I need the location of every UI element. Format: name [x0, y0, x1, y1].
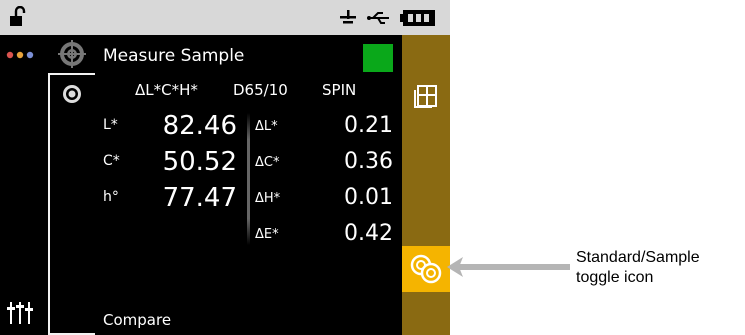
l-value: 82.46	[162, 111, 237, 141]
delta-e-value: 0.42	[344, 221, 393, 246]
page-title: Measure Sample	[103, 46, 245, 66]
h-value: 77.47	[162, 183, 237, 213]
callout-line-2: toggle icon	[576, 269, 654, 286]
tolerance-grid-icon[interactable]	[414, 83, 438, 109]
target-icon[interactable]	[58, 40, 86, 68]
delta-l-label: ΔL*	[255, 119, 278, 134]
standard-sample-toggle-icon	[410, 254, 442, 284]
column-divider	[247, 113, 250, 245]
measurement-panel: Measure Sample ΔL*C*H* D65/10 SPIN L* 82…	[95, 35, 402, 335]
status-dots-icon[interactable]	[6, 51, 42, 59]
l-label: L*	[103, 117, 118, 133]
usb-icon	[367, 12, 389, 24]
left-rail	[0, 35, 48, 335]
delta-l-value: 0.21	[344, 113, 393, 138]
battery-icon	[400, 10, 435, 26]
c-label: C*	[103, 153, 120, 169]
standard-sample-toggle-button[interactable]	[402, 246, 450, 292]
lock-open-icon	[10, 6, 26, 26]
delta-c-value: 0.36	[344, 149, 393, 174]
device-screen: Measure Sample ΔL*C*H* D65/10 SPIN L* 82…	[0, 0, 450, 335]
color-space-label: ΔL*C*H*	[135, 81, 198, 99]
sample-selector-panel[interactable]	[48, 73, 95, 335]
delta-h-value: 0.01	[344, 185, 393, 210]
callout-line	[458, 264, 570, 270]
callout-line-1: Standard/Sample	[576, 249, 700, 266]
delta-h-label: ΔH*	[255, 191, 281, 206]
c-value: 50.52	[162, 147, 237, 177]
illuminant-label: D65/10	[233, 81, 288, 99]
h-label: h°	[103, 189, 119, 205]
delta-c-label: ΔC*	[255, 155, 280, 170]
compare-button[interactable]: Compare	[103, 311, 171, 329]
sample-icon	[63, 85, 81, 103]
settings-sliders-icon[interactable]	[6, 300, 34, 324]
sample-color-swatch	[363, 44, 393, 72]
mode-label: SPIN	[322, 81, 357, 99]
callout-annotation: Standard/Sample toggle icon	[576, 248, 700, 288]
airplane-icon	[340, 10, 356, 24]
status-bar	[0, 0, 450, 35]
delta-e-label: ΔE*	[255, 227, 279, 242]
